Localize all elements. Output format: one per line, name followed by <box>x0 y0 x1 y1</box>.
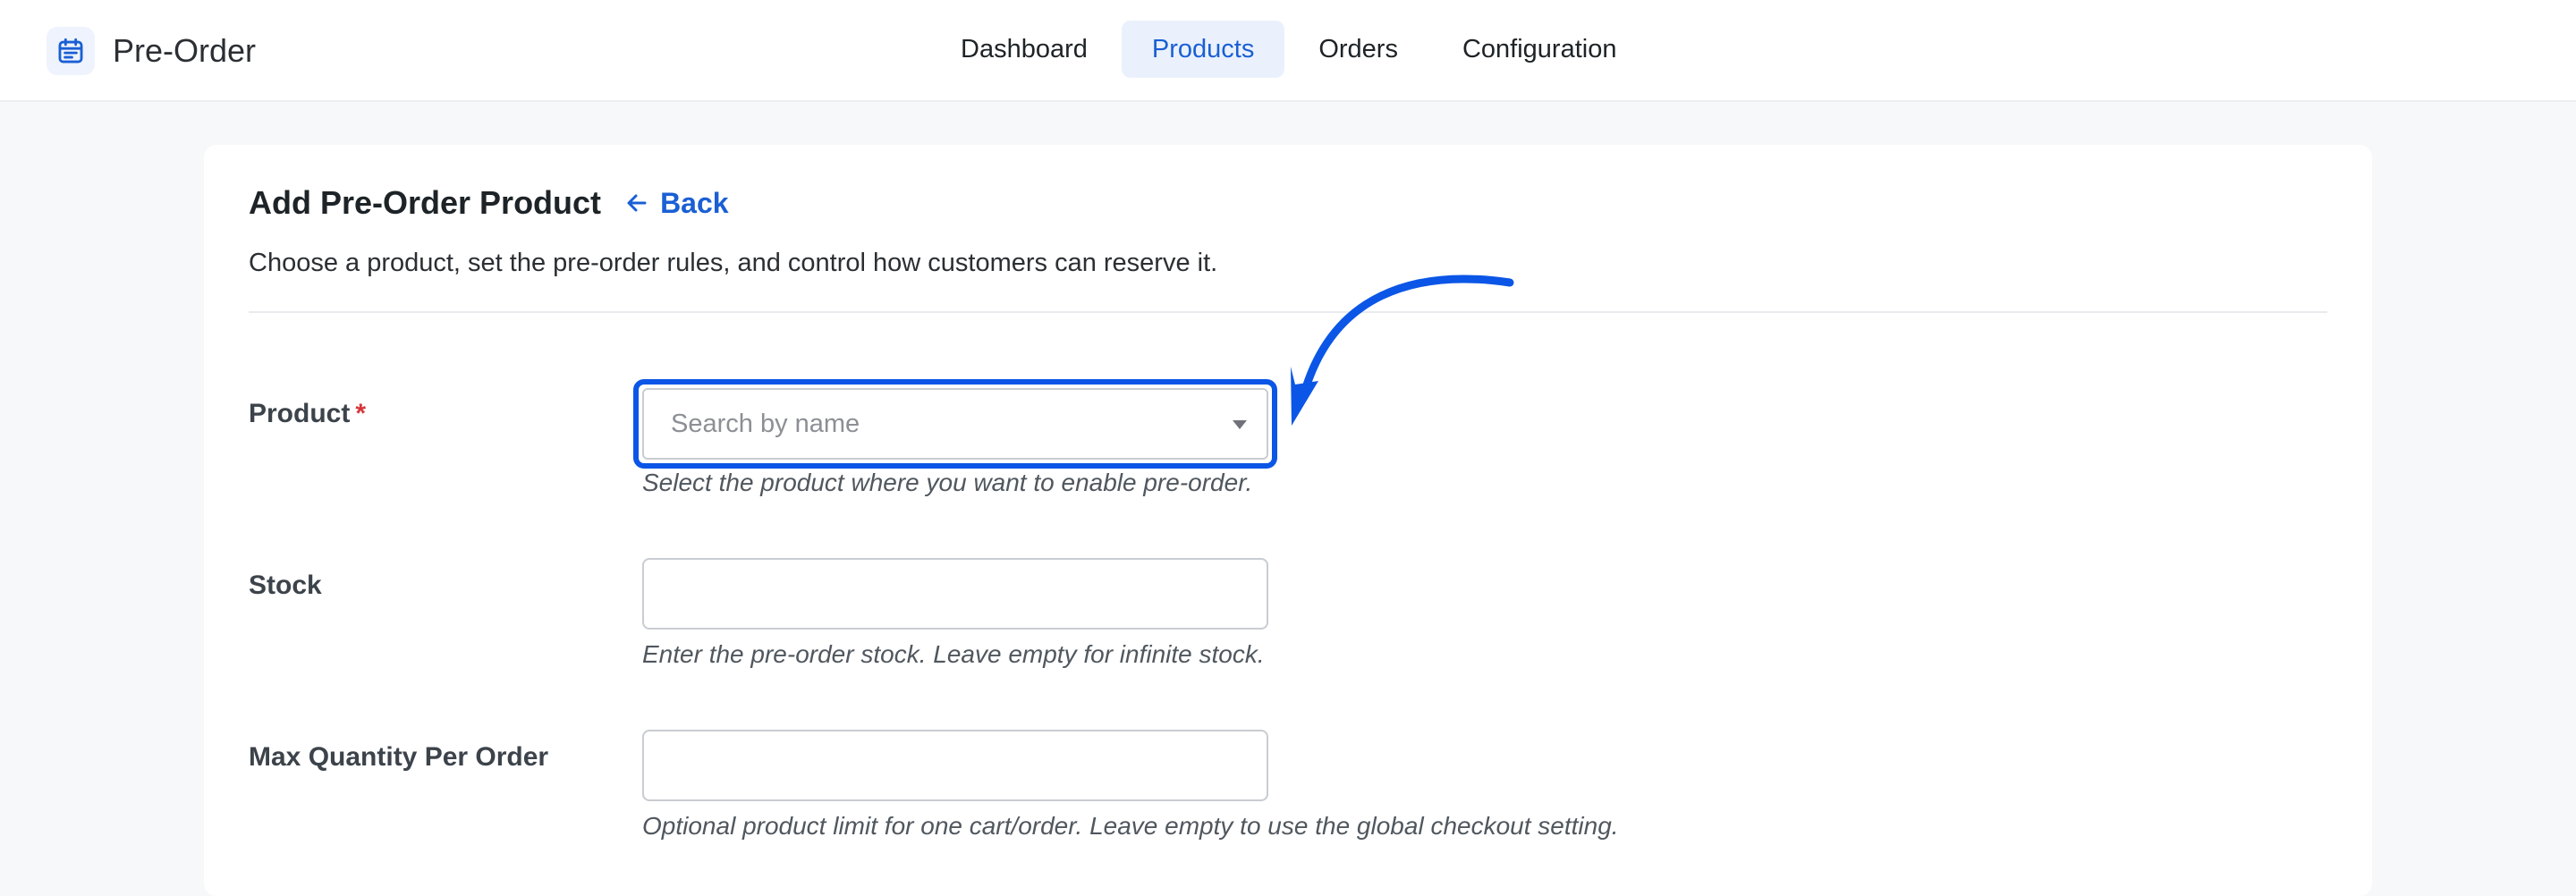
tab-products[interactable]: Products <box>1121 21 1285 78</box>
top-bar: Pre-Order Dashboard Products Orders Conf… <box>0 0 2576 102</box>
arrow-left-icon <box>627 194 647 212</box>
calendar-icon <box>47 27 95 75</box>
title-row: Add Pre-Order Product Back <box>249 184 729 222</box>
tab-orders[interactable]: Orders <box>1288 21 1428 78</box>
max-qty-field <box>642 730 1268 801</box>
back-label: Back <box>660 186 729 219</box>
page-title: Add Pre-Order Product <box>249 184 602 221</box>
product-select[interactable]: Search by name <box>642 388 1268 460</box>
stock-input[interactable] <box>644 560 1267 628</box>
stock-field <box>642 558 1268 630</box>
brand: Pre-Order <box>47 27 256 75</box>
tab-dashboard[interactable]: Dashboard <box>930 21 1118 78</box>
product-select-placeholder: Search by name <box>671 410 860 438</box>
product-label: Product * <box>249 399 366 429</box>
stock-help: Enter the pre-order stock. Leave empty f… <box>642 640 1265 668</box>
divider <box>249 311 2327 313</box>
caret-down-icon <box>1233 420 1247 429</box>
tab-configuration[interactable]: Configuration <box>1432 21 1648 78</box>
product-help: Select the product where you want to ena… <box>642 469 1253 496</box>
max-qty-help: Optional product limit for one cart/orde… <box>642 812 1619 840</box>
main-nav: Dashboard Products Orders Configuration <box>930 21 1650 78</box>
app-name: Pre-Order <box>113 32 257 69</box>
form-card: Add Pre-Order Product Back Choose a prod… <box>204 145 2372 896</box>
max-qty-input[interactable] <box>644 731 1267 799</box>
stock-label: Stock <box>249 571 322 600</box>
back-link[interactable]: Back <box>626 187 729 220</box>
page-subtitle: Choose a product, set the pre-order rule… <box>249 249 1218 277</box>
product-label-text: Product <box>249 399 351 428</box>
max-qty-label: Max Quantity Per Order <box>249 742 549 772</box>
required-mark: * <box>355 399 367 428</box>
